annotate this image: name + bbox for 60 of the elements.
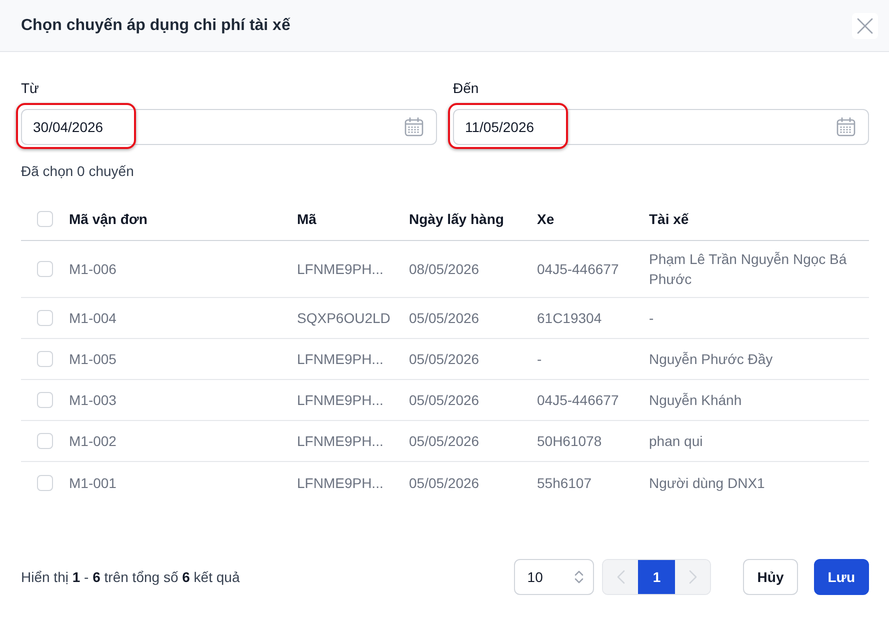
- table-cell-text: 55h6107: [537, 474, 592, 492]
- results-summary: Hiển thị 1 - 6 trên tổng số 6 kết quả: [21, 568, 240, 587]
- table-cell-text: LFNME9PH...: [297, 474, 384, 492]
- row-checkbox[interactable]: [37, 310, 53, 326]
- close-icon: [857, 18, 873, 34]
- save-button[interactable]: Lưu: [814, 559, 869, 595]
- table-cell-text: LFNME9PH...: [297, 350, 384, 369]
- column-header: Mã: [297, 210, 316, 229]
- cancel-button[interactable]: Hủy: [743, 559, 798, 595]
- table-cell-text: Nguyễn Khánh: [649, 391, 742, 410]
- table-cell-text: 04J5-446677: [537, 260, 619, 279]
- table-cell-text: 50H61078: [537, 432, 602, 451]
- table-cell-text: 05/05/2026: [409, 474, 480, 492]
- table-cell-text: SQXP6OU2LD: [297, 309, 390, 328]
- table-cell-text: phan qui: [649, 432, 703, 451]
- column-header: Tài xế: [649, 210, 689, 229]
- selection-summary: Đã chọn 0 chuyến: [21, 162, 134, 181]
- field-label: Từ: [21, 79, 39, 98]
- close-button[interactable]: [852, 12, 878, 38]
- chevron-left-icon: [616, 570, 625, 584]
- date-input[interactable]: 11/05/2026: [453, 109, 869, 145]
- table-cell-text: -: [537, 350, 542, 369]
- chevron-up-down-icon: [574, 570, 584, 584]
- chevron-right-icon: [688, 570, 697, 584]
- column-header: Xe: [537, 210, 554, 229]
- calendar-icon: [836, 117, 856, 137]
- table-cell-text: 08/05/2026: [409, 260, 480, 279]
- page-button[interactable]: 1: [638, 560, 676, 594]
- date-input[interactable]: 30/04/2026: [21, 109, 437, 145]
- table-cell-text: M1-001: [69, 474, 116, 492]
- field-label: Đến: [453, 79, 479, 98]
- table-cell-text: LFNME9PH...: [297, 391, 384, 410]
- row-checkbox[interactable]: [37, 351, 53, 367]
- table-cell-text: -: [649, 309, 654, 328]
- table-cell-text: Phạm Lê Trần Nguyễn Ngọc Bá Phước: [649, 250, 848, 289]
- row-checkbox[interactable]: [37, 474, 53, 490]
- calendar-icon: [404, 117, 424, 137]
- table-cell-text: M1-004: [69, 309, 116, 328]
- row-checkbox[interactable]: [37, 433, 53, 449]
- select-all-checkbox[interactable]: [37, 211, 53, 227]
- row-checkbox[interactable]: [37, 392, 53, 408]
- column-header: Mã vận đơn: [69, 210, 148, 229]
- table-cell-text: 04J5-446677: [537, 391, 619, 410]
- table-cell-text: 05/05/2026: [409, 350, 480, 369]
- column-header: Ngày lấy hàng: [409, 210, 504, 229]
- table-cell-text: M1-002: [69, 432, 116, 451]
- table-cell-text: Nguyễn Phước Đầy: [649, 350, 773, 369]
- table-cell-text: M1-005: [69, 350, 116, 369]
- table-cell-text: LFNME9PH...: [297, 260, 384, 279]
- dialog-title: Chọn chuyến áp dụng chi phí tài xế: [21, 16, 290, 36]
- table-cell-text: LFNME9PH...: [297, 432, 384, 451]
- table-cell-text: Người dùng DNX1: [649, 474, 765, 492]
- row-checkbox[interactable]: [37, 261, 53, 277]
- table-cell-text: M1-006: [69, 260, 116, 279]
- table-cell-text: 05/05/2026: [409, 432, 480, 451]
- table-cell-text: M1-003: [69, 391, 116, 410]
- table-cell-text: 05/05/2026: [409, 391, 480, 410]
- page-size-select[interactable]: 10: [514, 559, 594, 595]
- table-cell-text: 05/05/2026: [409, 309, 480, 328]
- table-cell-text: 61C19304: [537, 309, 602, 328]
